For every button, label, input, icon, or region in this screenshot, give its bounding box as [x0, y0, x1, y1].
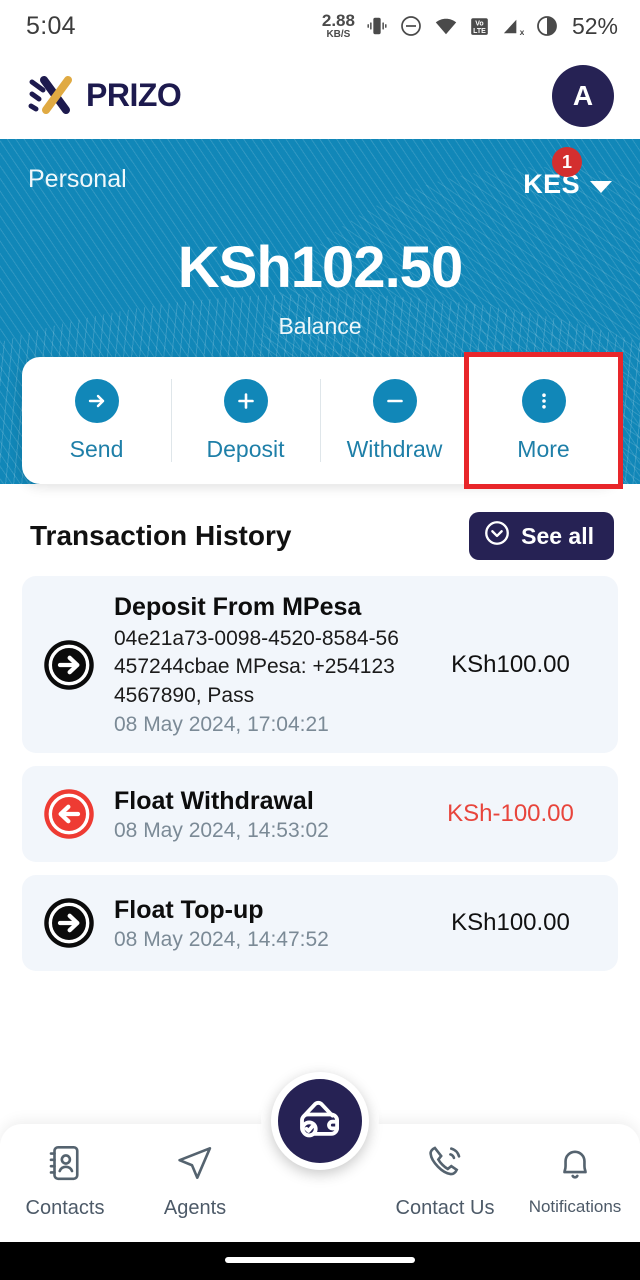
phone-ring-icon	[424, 1142, 466, 1189]
chevron-down-circle-icon	[483, 519, 511, 553]
transaction-name: Float Top-up	[114, 895, 264, 924]
see-all-label: See all	[521, 522, 594, 549]
transaction-amount: KSh-100.00	[447, 800, 574, 828]
network-speed-unit: KB/S	[326, 29, 351, 40]
wallet-fab-button[interactable]	[271, 1072, 369, 1170]
transaction-row[interactable]: Float Withdrawal 08 May 2024, 14:53:02 K…	[22, 766, 618, 863]
nav-item-contact-us[interactable]: Contact Us	[380, 1142, 510, 1220]
network-speed-value: 2.88	[321, 11, 355, 30]
quick-actions-wrapper: Send Deposit Withdraw More	[0, 352, 640, 489]
svg-text:x: x	[520, 27, 524, 37]
svg-text:Vo: Vo	[475, 20, 483, 27]
action-deposit[interactable]: Deposit	[171, 357, 320, 484]
nav-label: Contacts	[25, 1197, 105, 1219]
brand-logo[interactable]: PRIZO	[24, 70, 182, 122]
transaction-amount: KSh100.00	[451, 650, 570, 678]
prizo-mark-icon	[28, 75, 72, 114]
transaction-row[interactable]: Deposit From MPesa 04e21a73-0098-4520-85…	[22, 576, 618, 754]
gesture-bar	[0, 1242, 640, 1280]
network-speed-indicator: 2.88 KB/S	[322, 12, 355, 40]
action-label: Deposit	[206, 435, 285, 462]
status-time: 5:04	[26, 11, 76, 40]
action-label: Send	[69, 435, 124, 462]
quick-actions-card: Send Deposit Withdraw More	[22, 352, 623, 489]
wallet-check-icon	[293, 1092, 347, 1151]
avatar[interactable]: A	[552, 64, 614, 127]
page-title: Transaction History	[30, 520, 292, 551]
moon-icon	[535, 14, 559, 38]
signal-off-icon: x	[501, 15, 524, 38]
avatar-initial: A	[572, 79, 594, 111]
transaction-amount: KSh100.00	[451, 909, 570, 937]
battery-percentage: 52%	[571, 12, 618, 39]
nav-label: Notifications	[528, 1197, 622, 1216]
contacts-book-icon	[44, 1142, 86, 1189]
action-more[interactable]: More	[464, 352, 623, 489]
plus-icon	[223, 378, 268, 423]
svg-text:LTE: LTE	[473, 28, 486, 35]
transaction-description: 04e21a73-0098-4520-8584-56457244cbae MPe…	[114, 627, 399, 707]
wifi-icon	[434, 14, 458, 38]
status-bar: 5:04 2.88 KB/S Vo LTE 52%	[0, 0, 640, 52]
do-not-disturb-icon	[399, 14, 423, 38]
transaction-history-header: Transaction History See all	[0, 484, 640, 560]
app-header: PRIZO A	[0, 52, 640, 139]
transaction-name: Float Withdrawal	[114, 786, 314, 815]
currency-selector[interactable]: KES 1	[523, 147, 612, 200]
vibrate-icon	[366, 15, 388, 37]
nav-item-agents[interactable]: Agents	[130, 1142, 260, 1220]
transaction-name: Deposit From MPesa	[114, 593, 362, 621]
volte-icon: Vo LTE	[469, 16, 490, 37]
app-screen: 5:04 2.88 KB/S Vo LTE 52% PRIZO A Person…	[0, 0, 640, 1280]
minus-icon	[372, 378, 417, 423]
transaction-date: 08 May 2024, 14:47:52	[114, 927, 329, 951]
action-send[interactable]: Send	[22, 357, 171, 484]
transaction-date: 08 May 2024, 14:53:02	[114, 818, 329, 842]
nav-item-notifications[interactable]: Notifications	[510, 1142, 640, 1217]
action-withdraw[interactable]: Withdraw	[320, 357, 469, 484]
transaction-date: 08 May 2024, 17:04:21	[114, 713, 329, 737]
paper-plane-icon	[174, 1142, 216, 1189]
arrow-right-circle-icon	[42, 896, 96, 950]
action-label: Withdraw	[346, 435, 443, 462]
see-all-button[interactable]: See all	[469, 512, 614, 560]
status-icons: 2.88 KB/S Vo LTE 52%	[322, 12, 618, 40]
dots-vertical-icon	[521, 378, 566, 423]
balance-amount: KSh102.50	[177, 235, 463, 300]
arrow-left-circle-icon	[42, 787, 96, 841]
nav-item-contacts[interactable]: Contacts	[0, 1142, 130, 1220]
nav-label: Agents	[163, 1197, 227, 1219]
arrow-right-circle-icon	[42, 638, 96, 692]
nav-label: Contact Us	[395, 1197, 495, 1219]
arrow-right-icon	[74, 378, 119, 423]
account-type-label: Personal	[28, 165, 127, 193]
action-label: More	[517, 435, 570, 462]
transaction-list: Deposit From MPesa 04e21a73-0098-4520-85…	[0, 560, 640, 972]
bell-icon	[554, 1142, 596, 1189]
currency-badge: 1	[552, 147, 582, 177]
brand-name: PRIZO	[86, 77, 182, 113]
balance-label: Balance	[278, 313, 362, 339]
transaction-row[interactable]: Float Top-up 08 May 2024, 14:47:52 KSh10…	[22, 875, 618, 972]
chevron-down-icon	[590, 180, 612, 193]
gesture-handle[interactable]	[225, 1257, 415, 1263]
